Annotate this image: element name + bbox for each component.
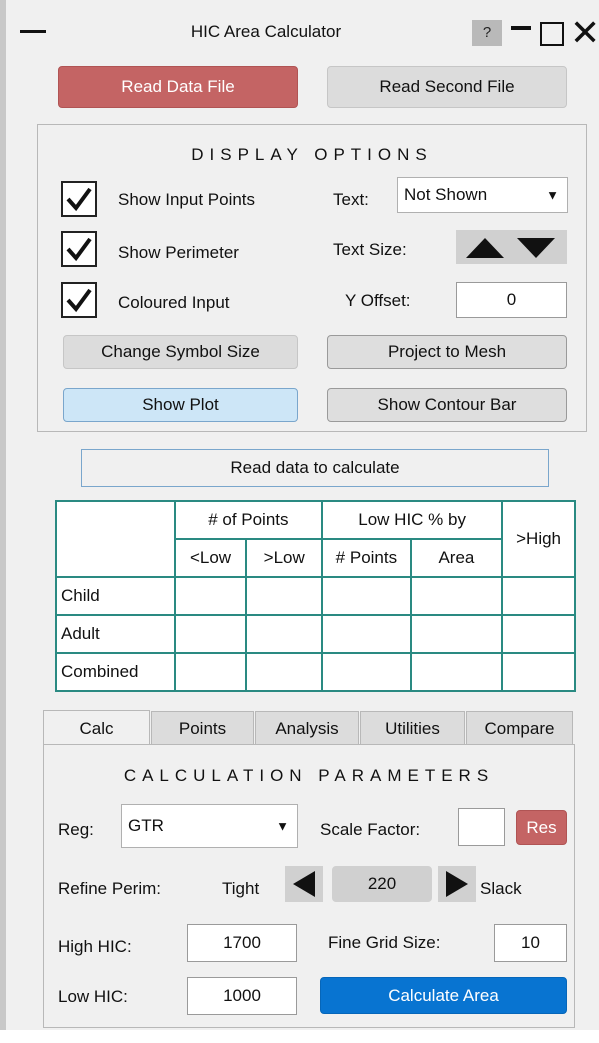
show-contour-bar-button[interactable]: Show Contour Bar xyxy=(327,388,567,422)
table-cell xyxy=(409,652,504,692)
text-size-down-icon[interactable] xyxy=(515,236,557,260)
fine-grid-size-input[interactable]: 10 xyxy=(494,924,567,962)
maximize-icon[interactable] xyxy=(540,22,564,46)
table-row: Adult xyxy=(55,614,576,654)
table-cell xyxy=(245,576,324,616)
show-perimeter-label: Show Perimeter xyxy=(118,243,239,262)
y-offset-input[interactable]: 0 xyxy=(456,282,567,318)
table-cell xyxy=(173,576,248,616)
table-cell xyxy=(409,576,504,616)
table-cell xyxy=(321,576,412,616)
title-bar[interactable]: HIC Area Calculator ? ✕ xyxy=(6,0,599,60)
hic-area-calculator-window: HIC Area Calculator ? ✕ Read Data File R… xyxy=(0,0,599,1043)
window-bottom-edge xyxy=(0,1030,599,1043)
refine-perim-label: Refine Perim: xyxy=(58,879,161,898)
y-offset-label: Y Offset: xyxy=(345,291,411,310)
checkmark-icon xyxy=(66,187,92,212)
table-cell xyxy=(501,614,576,654)
tight-label: Tight xyxy=(222,879,260,898)
text-display-select[interactable]: Not Shown ▼ xyxy=(397,177,568,213)
row-label-child: Child xyxy=(55,576,176,616)
row-label-combined: Combined xyxy=(55,652,176,692)
table-cell xyxy=(245,614,324,654)
display-options-heading: DISPLAY OPTIONS xyxy=(191,145,433,164)
low-hic-header: Low HIC % by xyxy=(321,500,504,540)
results-table: # of Points Low HIC % by >High <Low >Low… xyxy=(55,500,576,692)
help-button[interactable]: ? xyxy=(472,20,502,46)
pct-by-area-header: Area xyxy=(409,538,504,578)
low-hic-label: Low HIC: xyxy=(58,987,128,1006)
show-plot-button[interactable]: Show Plot xyxy=(63,388,298,422)
tab-compare[interactable]: Compare xyxy=(466,711,573,745)
coloured-input-checkbox[interactable] xyxy=(61,282,97,318)
read-second-file-button[interactable]: Read Second File xyxy=(327,66,567,108)
tab-calc[interactable]: Calc xyxy=(43,710,150,746)
show-input-points-label: Show Input Points xyxy=(118,190,256,209)
reset-scale-button[interactable]: Res xyxy=(516,810,567,845)
text-label: Text: xyxy=(333,190,369,209)
window-title: HIC Area Calculator xyxy=(190,22,342,41)
above-low-points-header: >Low xyxy=(245,538,324,578)
points-header: # of Points xyxy=(173,500,324,540)
tab-utilities[interactable]: Utilities xyxy=(360,711,465,745)
reg-label: Reg: xyxy=(58,820,94,839)
pct-by-points-header: # Points xyxy=(321,538,412,578)
high-hic-label: High HIC: xyxy=(58,937,132,956)
fine-grid-size-label: Fine Grid Size: xyxy=(328,933,441,952)
change-symbol-size-button[interactable]: Change Symbol Size xyxy=(63,335,298,369)
read-data-file-button[interactable]: Read Data File xyxy=(58,66,298,108)
reg-value: GTR xyxy=(128,816,164,835)
table-cell xyxy=(321,652,412,692)
reg-select[interactable]: GTR ▼ xyxy=(121,804,298,848)
status-message: Read data to calculate xyxy=(81,449,549,487)
tab-analysis[interactable]: Analysis xyxy=(255,711,359,745)
table-cell xyxy=(501,576,576,616)
low-points-header: <Low xyxy=(173,538,248,578)
low-hic-input[interactable]: 1000 xyxy=(187,977,297,1015)
table-cell xyxy=(409,614,504,654)
table-row: Child xyxy=(55,576,576,616)
display-options-group xyxy=(37,124,587,432)
show-input-points-checkbox[interactable] xyxy=(61,181,97,217)
checkmark-icon xyxy=(66,288,92,313)
table-cell xyxy=(173,652,248,692)
table-row: Combined xyxy=(55,652,576,692)
table-corner-cell xyxy=(55,500,176,578)
minimize-icon[interactable] xyxy=(511,26,531,30)
table-cell xyxy=(245,652,324,692)
scale-factor-label: Scale Factor: xyxy=(320,820,421,839)
table-cell xyxy=(501,652,576,692)
table-cell xyxy=(173,614,248,654)
high-header: >High xyxy=(501,500,576,578)
refine-perim-value[interactable]: 220 xyxy=(332,866,432,902)
text-size-up-icon[interactable] xyxy=(464,236,506,260)
close-icon[interactable]: ✕ xyxy=(570,15,599,51)
slack-label: Slack xyxy=(480,879,522,898)
tab-points[interactable]: Points xyxy=(151,711,254,745)
project-to-mesh-button[interactable]: Project to Mesh xyxy=(327,335,567,369)
dropdown-arrow-icon: ▼ xyxy=(546,187,559,203)
table-cell xyxy=(321,614,412,654)
text-display-value: Not Shown xyxy=(404,185,488,204)
calculation-parameters-heading: CALCULATION PARAMETERS xyxy=(123,766,495,785)
row-label-adult: Adult xyxy=(55,614,176,654)
text-size-label: Text Size: xyxy=(333,240,407,259)
tighten-arrow-icon[interactable] xyxy=(285,866,323,902)
scale-factor-input[interactable] xyxy=(458,808,505,846)
show-perimeter-checkbox[interactable] xyxy=(61,231,97,267)
checkmark-icon xyxy=(66,237,92,262)
high-hic-input[interactable]: 1700 xyxy=(187,924,297,962)
slacken-arrow-icon[interactable] xyxy=(438,866,476,902)
dropdown-arrow-icon: ▼ xyxy=(276,818,289,834)
calculate-area-button[interactable]: Calculate Area xyxy=(320,977,567,1014)
coloured-input-label: Coloured Input xyxy=(118,293,230,312)
